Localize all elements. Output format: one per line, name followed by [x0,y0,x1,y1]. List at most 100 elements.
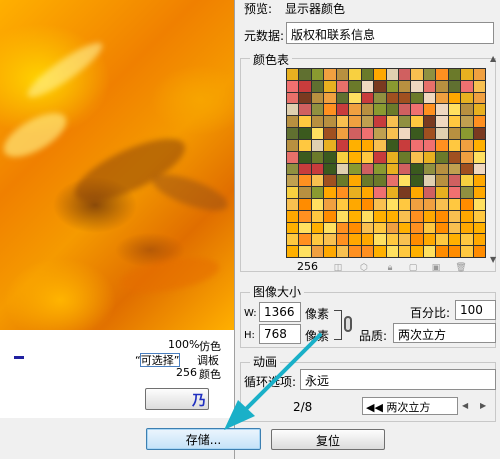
color-swatch[interactable] [299,139,311,151]
color-swatch[interactable] [473,175,485,187]
color-swatch[interactable] [336,116,349,128]
color-swatch[interactable] [398,116,411,128]
color-swatch[interactable] [448,80,461,92]
color-swatch[interactable] [461,92,473,104]
color-swatch[interactable] [411,69,423,80]
color-swatch[interactable] [473,128,485,139]
color-swatch[interactable] [374,163,386,175]
color-swatch[interactable] [411,80,423,92]
color-swatch[interactable] [374,151,386,163]
color-swatch[interactable] [287,234,299,246]
color-swatch[interactable] [336,69,349,80]
quality-select[interactable]: 两次立方 [393,323,496,343]
color-swatch[interactable] [411,187,423,198]
color-swatch[interactable] [473,151,485,163]
color-swatch[interactable] [423,69,436,80]
color-swatch[interactable] [473,116,485,128]
color-swatch[interactable] [411,222,423,234]
color-swatch[interactable] [374,104,386,116]
color-swatch[interactable] [448,222,461,234]
color-swatch[interactable] [436,210,448,222]
color-swatch[interactable] [299,187,311,198]
color-swatch[interactable] [287,104,299,116]
color-swatch[interactable] [349,175,361,187]
color-swatch[interactable] [473,104,485,116]
color-swatch[interactable] [411,198,423,210]
color-swatch[interactable] [361,151,374,163]
color-swatch[interactable] [374,175,386,187]
trash-icon[interactable]: 🗑︎ [455,262,467,274]
color-swatch[interactable] [324,163,336,175]
color-swatch[interactable] [411,151,423,163]
color-swatch[interactable] [461,104,473,116]
color-swatch[interactable] [423,139,436,151]
scroll-arrow-right-icon[interactable]: ▶ [480,401,486,410]
color-swatch[interactable] [287,222,299,234]
color-swatch[interactable] [311,104,324,116]
color-swatch[interactable] [436,69,448,80]
color-swatch[interactable] [324,175,336,187]
color-swatch[interactable] [473,80,485,92]
color-swatch[interactable] [374,80,386,92]
color-swatch[interactable] [374,69,386,80]
color-swatch[interactable] [436,163,448,175]
color-swatch[interactable] [386,128,398,139]
color-swatch[interactable] [299,163,311,175]
color-swatch[interactable] [423,116,436,128]
color-swatch[interactable] [436,139,448,151]
color-swatch[interactable] [287,175,299,187]
preview-mode-value[interactable]: 显示器颜色 [285,0,345,17]
color-swatch[interactable] [374,222,386,234]
color-swatch[interactable] [324,92,336,104]
color-swatch[interactable] [311,80,324,92]
color-swatch[interactable] [436,116,448,128]
color-swatch[interactable] [386,198,398,210]
color-swatch[interactable] [473,163,485,175]
metadata-select[interactable]: 版权和联系信息 [286,22,494,44]
color-swatch[interactable] [299,198,311,210]
color-swatch[interactable] [287,187,299,198]
frame-nav-control[interactable]: ◀◀ 两次立方 [362,397,458,415]
color-swatch[interactable] [336,104,349,116]
color-swatch[interactable] [386,163,398,175]
color-swatch[interactable] [324,198,336,210]
color-swatch[interactable] [349,116,361,128]
color-swatch[interactable] [461,234,473,246]
color-swatch[interactable] [398,163,411,175]
color-swatch[interactable] [448,69,461,80]
color-swatch[interactable] [287,151,299,163]
web-shift-icon[interactable]: ⬡ [358,262,370,274]
color-swatch[interactable] [311,128,324,139]
color-swatch[interactable] [461,116,473,128]
color-swatch[interactable] [423,198,436,210]
color-swatch[interactable] [398,222,411,234]
color-swatch[interactable] [361,234,374,246]
color-swatch[interactable] [287,69,299,80]
color-swatch[interactable] [311,69,324,80]
color-swatch[interactable] [311,151,324,163]
color-swatch[interactable] [448,92,461,104]
color-swatch[interactable] [349,187,361,198]
color-swatch[interactable] [411,234,423,246]
scroll-down-icon[interactable]: ▼ [490,255,496,264]
color-swatch[interactable] [336,234,349,246]
color-swatch[interactable] [374,210,386,222]
color-swatch[interactable] [411,175,423,187]
color-swatch[interactable] [311,116,324,128]
scroll-up-icon[interactable]: ▲ [490,54,496,63]
color-swatch[interactable] [423,151,436,163]
color-swatch[interactable] [299,92,311,104]
color-swatch[interactable] [349,198,361,210]
color-swatch[interactable] [436,198,448,210]
color-swatch[interactable] [411,246,423,257]
color-swatch[interactable] [349,80,361,92]
color-swatch[interactable] [361,163,374,175]
color-swatch[interactable] [324,116,336,128]
new-color-icon[interactable]: ▣ [430,262,442,274]
color-swatch[interactable] [436,175,448,187]
add-color-icon[interactable]: ▢ [407,262,419,274]
color-swatch[interactable] [411,116,423,128]
color-swatch[interactable] [473,69,485,80]
color-swatch[interactable] [461,210,473,222]
color-swatch[interactable] [311,222,324,234]
